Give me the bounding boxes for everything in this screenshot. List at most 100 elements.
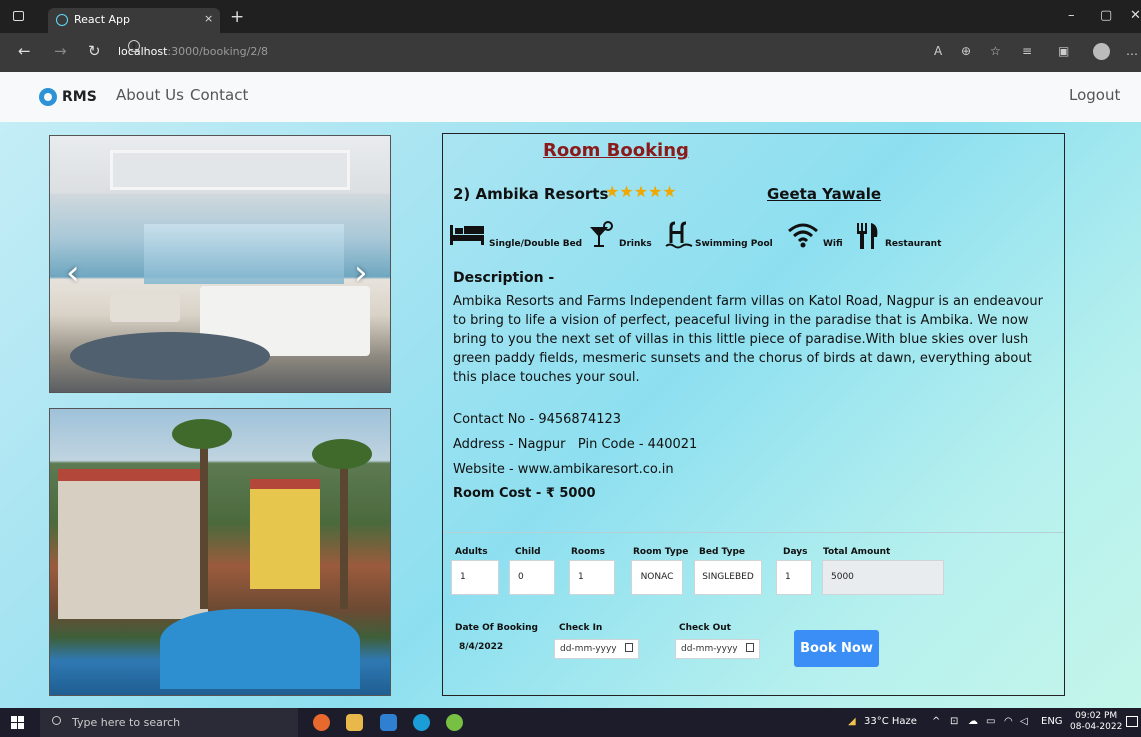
read-aloud-icon[interactable]: A [934,44,942,58]
vscode-icon[interactable] [380,714,397,731]
adults-label: Adults [455,547,488,557]
amenity-drinks: Drinks [589,221,659,251]
chrome-icon[interactable] [313,714,330,731]
adults-input[interactable]: 1 [451,560,499,595]
url-field[interactable]: i localhost:3000/booking/2/8 [118,40,988,64]
logout-link[interactable]: Logout [1069,86,1120,104]
palm-trunk [200,429,208,609]
check-in-input[interactable]: dd-mm-yyyy [554,639,639,659]
minimize-button[interactable]: – [1068,8,1075,23]
amenity-label: Restaurant [885,239,942,249]
clock-date: 08-04-2022 [1070,722,1123,732]
child-input[interactable]: 0 [509,560,555,595]
address-bar: ← → ↻ i localhost:3000/booking/2/8 A ⊕ ☆ … [0,33,1141,72]
room-type-input[interactable]: NONAC [631,560,683,595]
site-navbar: RMS About Us Contact Logout [0,72,1141,122]
amenity-label: Single/Double Bed [489,239,583,249]
refresh-icon[interactable]: ↻ [88,42,101,60]
browser-tab-bar: React App × + – ▢ ✕ [0,0,1141,33]
days-label: Days [783,547,808,557]
site-info-icon[interactable]: i [128,40,140,52]
collections-icon[interactable]: ▣ [1058,44,1069,58]
window-shape [144,224,344,284]
file-explorer-icon[interactable] [346,714,363,731]
resort-pool-image [49,408,391,696]
bed-type-label: Bed Type [699,547,746,557]
language-indicator[interactable]: ENG [1041,716,1063,727]
carousel-prev-icon[interactable]: ‹ [66,256,80,290]
calendar-icon[interactable] [625,643,633,652]
check-in-label: Check In [559,623,603,633]
page-content: RMS About Us Contact Logout ‹ › Room Boo… [0,72,1141,708]
edge-icon[interactable] [413,714,430,731]
rooms-input[interactable]: 1 [569,560,615,595]
wifi-tray-icon[interactable]: ◠ [1004,716,1013,727]
bed-icon [450,225,484,245]
amenity-label: Swimming Pool [695,239,773,249]
app-icon[interactable] [446,714,463,731]
calendar-icon[interactable] [746,643,754,652]
profile-avatar[interactable] [1093,43,1110,60]
cloud-icon[interactable]: ☁ [968,716,978,727]
contact-number: Contact No - 9456874123 [453,412,622,427]
room-cost: Room Cost - ₹ 5000 [453,486,596,501]
amenity-bed: Single/Double Bed [449,221,583,251]
favorite-icon[interactable]: ☆ [990,44,1001,58]
notification-icon[interactable] [1126,716,1138,727]
battery-icon[interactable]: ▭ [986,716,995,727]
description-text: Ambika Resorts and Farms Independent far… [453,294,1043,385]
new-tab-button[interactable]: + [230,7,244,27]
owner-name[interactable]: Geeta Yawale [767,185,881,203]
favorites-list-icon[interactable]: ≡ [1022,44,1032,58]
taskbar: Type here to search ◢ 33°C Haze ^ ⊡ ☁ ▭ … [0,708,1141,737]
booking-panel: Room Booking 2) Ambika Resorts ★★★★★ Gee… [442,133,1065,696]
palm-trunk [340,449,348,609]
rms-logo-icon[interactable] [39,88,57,106]
room-type-label: Room Type [633,547,689,557]
pool-shape [160,609,360,689]
brand[interactable]: RMS [62,89,97,105]
volume-icon[interactable]: ◁ [1020,716,1028,727]
nav-about-us[interactable]: About Us [116,86,184,104]
building-shape [58,469,208,619]
taskbar-search[interactable]: Type here to search [40,708,298,737]
tab-actions-icon[interactable] [13,11,24,21]
bed-type-input[interactable]: SINGLEBED [694,560,762,595]
maximize-button[interactable]: ▢ [1100,8,1112,23]
windows-start-icon[interactable] [11,716,24,729]
tray-chevron-icon[interactable]: ^ [932,716,940,727]
rug-shape [70,332,270,380]
star-rating-icon: ★★★★★ [605,182,677,201]
back-icon[interactable]: ← [18,42,31,60]
clock[interactable]: 09:02 PM 08-04-2022 [1070,711,1122,733]
wifi-icon [788,223,818,248]
tab-close-icon[interactable]: × [204,12,213,25]
days-input[interactable]: 1 [776,560,812,595]
zoom-icon[interactable]: ⊕ [961,44,971,58]
browser-tab[interactable]: React App × [48,8,220,33]
close-window-button[interactable]: ✕ [1130,8,1141,23]
hotel-room-image: ‹ › [49,135,391,393]
forward-icon[interactable]: → [54,42,67,60]
book-now-button[interactable]: Book Now [794,630,879,667]
check-out-placeholder: dd-mm-yyyy [681,644,738,654]
weather-text[interactable]: 33°C Haze [864,716,917,727]
palm-leaves [312,439,372,469]
description-heading: Description - [453,270,555,286]
amenity-restaurant: Restaurant [855,221,955,251]
more-icon[interactable]: … [1126,44,1138,58]
carousel-next-icon[interactable]: › [354,256,368,290]
taskbar-search-placeholder: Type here to search [72,716,181,729]
check-out-label: Check Out [679,623,731,633]
amenity-pool: Swimming Pool [665,221,775,251]
check-out-input[interactable]: dd-mm-yyyy [675,639,760,659]
amenity-label: Wifi [823,239,843,249]
network-icon[interactable]: ⊡ [950,716,958,727]
ceiling-shape [110,150,350,190]
child-label: Child [515,547,541,557]
page-title: Room Booking [543,140,689,161]
nav-contact[interactable]: Contact [190,86,248,104]
weather-icon[interactable]: ◢ [848,716,856,727]
divider [443,532,1064,533]
clock-time: 09:02 PM [1075,711,1118,721]
